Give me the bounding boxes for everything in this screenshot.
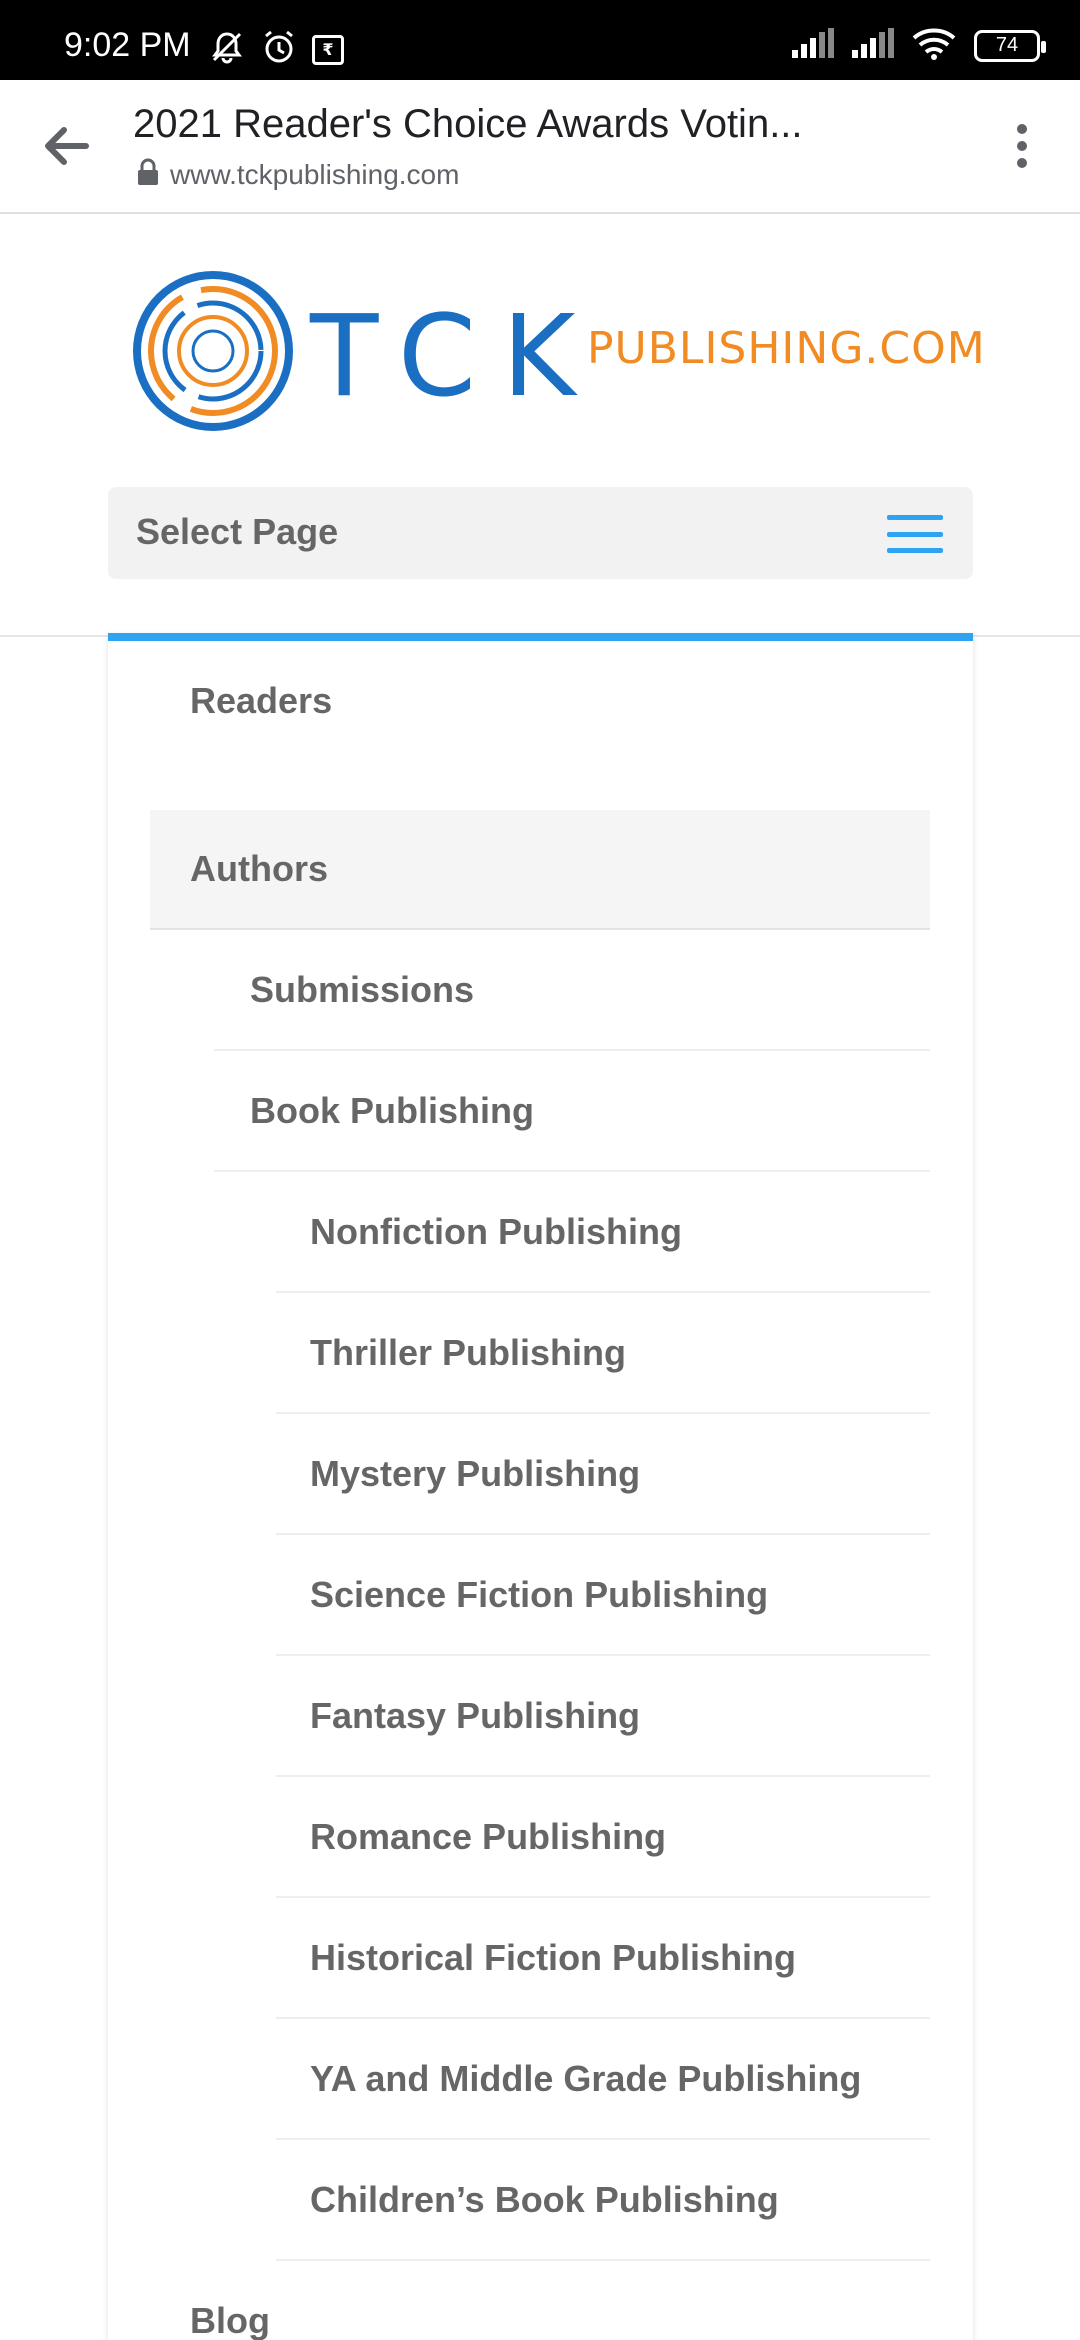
logo-rings-icon xyxy=(133,271,293,431)
logo-text-main: TCK xyxy=(310,292,602,422)
browser-toolbar: 2021 Reader's Choice Awards Votin... www… xyxy=(0,80,1080,214)
menu-item-submissions[interactable]: Submissions xyxy=(214,931,930,1051)
menu-item-romance[interactable]: Romance Publishing xyxy=(276,1778,930,1898)
menu-item-blog[interactable]: Blog xyxy=(150,2261,930,2340)
url-row[interactable]: www.tckpublishing.com xyxy=(136,158,459,191)
menu-item-science-fiction[interactable]: Science Fiction Publishing xyxy=(276,1536,930,1656)
menu-item-nonfiction[interactable]: Nonfiction Publishing xyxy=(276,1173,930,1293)
menu-item-fantasy[interactable]: Fantasy Publishing xyxy=(276,1657,930,1777)
mute-bell-icon xyxy=(208,28,246,71)
wifi-icon xyxy=(912,26,956,65)
menu-item-thriller[interactable]: Thriller Publishing xyxy=(276,1294,930,1414)
signal-icon xyxy=(852,28,894,63)
logo-text-sub: PUBLISHING.COM xyxy=(587,323,986,374)
back-button[interactable] xyxy=(38,118,94,174)
alarm-icon xyxy=(260,28,298,71)
select-page-toggle[interactable]: Select Page xyxy=(108,487,973,579)
signal-icon xyxy=(792,28,834,63)
menu-item-childrens-books[interactable]: Children’s Book Publishing xyxy=(276,2141,930,2261)
site-logo[interactable]: TCK PUBLISHING.COM xyxy=(132,268,985,434)
lock-icon xyxy=(136,158,160,191)
page-title: 2021 Reader's Choice Awards Votin... xyxy=(133,102,803,146)
select-page-label: Select Page xyxy=(136,511,339,552)
mobile-nav-dropdown: Readers Authors Submissions Book Publish… xyxy=(108,633,973,2340)
status-left-icons: ₹ xyxy=(208,28,344,71)
menu-item-historical-fiction[interactable]: Historical Fiction Publishing xyxy=(276,1899,930,2019)
more-options-button[interactable] xyxy=(994,118,1050,174)
menu-item-book-publishing[interactable]: Book Publishing xyxy=(214,1052,930,1172)
back-arrow-icon xyxy=(45,127,89,165)
url-text: www.tckpublishing.com xyxy=(170,158,460,190)
menu-item-readers[interactable]: Readers xyxy=(150,641,930,761)
status-right-icons: 74 xyxy=(792,26,1046,65)
status-bar: 9:02 PM ₹ 74 xyxy=(0,0,1080,80)
menu-item-ya-middle-grade[interactable]: YA and Middle Grade Publishing xyxy=(276,2020,930,2140)
status-time: 9:02 PM xyxy=(64,26,191,64)
menu-item-mystery[interactable]: Mystery Publishing xyxy=(276,1415,930,1535)
rupee-box-icon: ₹ xyxy=(312,34,344,65)
hamburger-menu-icon[interactable] xyxy=(887,515,943,553)
more-vert-icon xyxy=(1017,124,1027,134)
battery-icon: 74 xyxy=(974,29,1046,62)
menu-item-authors[interactable]: Authors xyxy=(150,810,930,930)
